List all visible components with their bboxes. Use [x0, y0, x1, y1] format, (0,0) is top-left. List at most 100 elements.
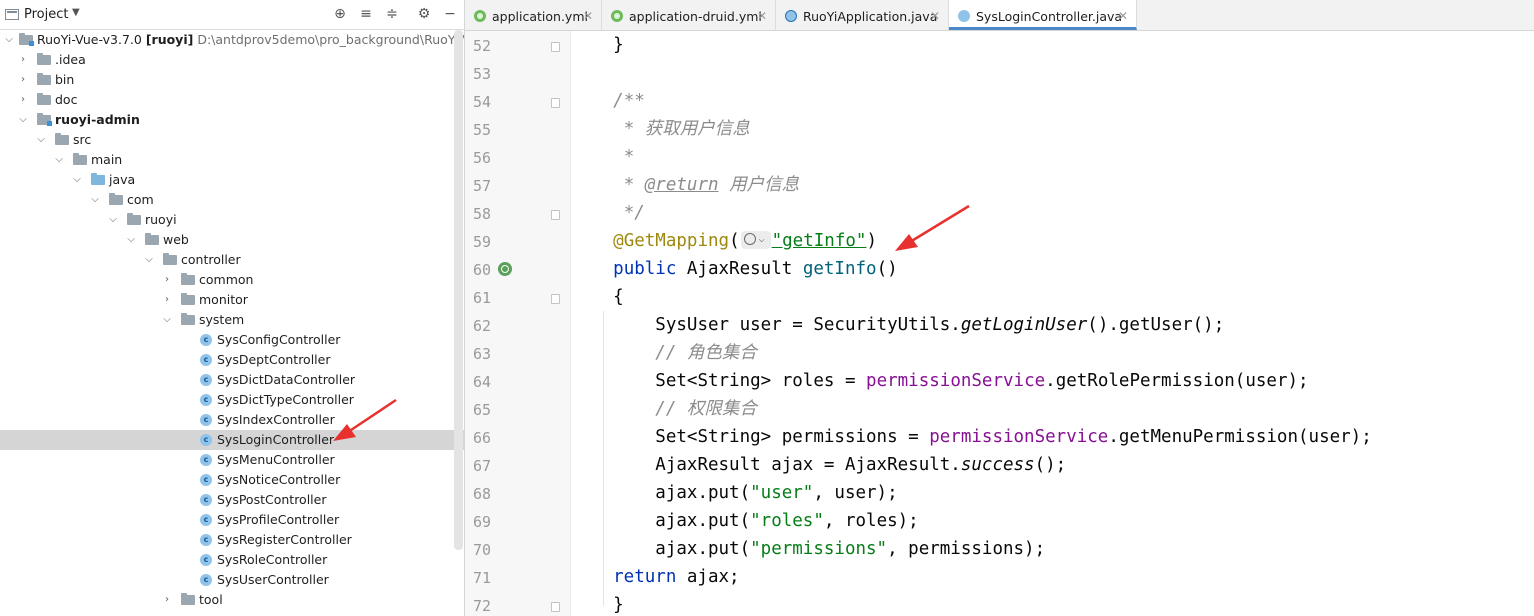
tree-item-label: tool: [199, 592, 223, 607]
tree-item-label: SysNoticeController: [217, 472, 341, 487]
line-number: 54: [472, 93, 491, 111]
tree-item-web[interactable]: ⌵ web: [0, 230, 464, 250]
tree-item-monitor[interactable]: › monitor: [0, 290, 464, 310]
chevron-right-icon[interactable]: ›: [161, 290, 173, 310]
java-class-icon: c: [200, 334, 212, 346]
tree-item-ruoyi-admin[interactable]: ⌵ ruoyi-admin: [0, 110, 464, 130]
tree-item-class[interactable]: c SysDictTypeController: [0, 390, 464, 410]
tree-item-class[interactable]: c SysConfigController: [0, 330, 464, 350]
tab-sys-login-controller-java[interactable]: SysLoginController.java ✕: [949, 0, 1137, 30]
code-line: ajax.put("roles", roles);: [571, 507, 918, 535]
code-token: , user);: [813, 483, 898, 503]
fold-end-icon[interactable]: [551, 602, 560, 612]
url-inlay-hint[interactable]: ⌵: [740, 231, 771, 249]
chevron-right-icon[interactable]: ›: [17, 70, 29, 90]
line-number: 53: [472, 65, 491, 83]
code-editor[interactable]: } /** * 获取用户信息 * * @return 用户信息 */ @GetM…: [571, 31, 1534, 616]
tree-item-label: SysIndexController: [217, 412, 335, 427]
tree-item-class[interactable]: c SysUserController: [0, 570, 464, 590]
chevron-down-icon[interactable]: ⌵: [53, 150, 65, 170]
code-token: .getRolePermission(user);: [1045, 371, 1309, 391]
close-icon[interactable]: ✕: [583, 0, 593, 33]
tree-item-idea[interactable]: › .idea: [0, 50, 464, 70]
tree-item-class[interactable]: c SysRoleController: [0, 550, 464, 570]
tree-item-class[interactable]: c SysMenuController: [0, 450, 464, 470]
code-token: "permissions": [750, 539, 888, 559]
fold-start-icon[interactable]: [551, 98, 560, 108]
tree-item-class[interactable]: c SysDictDataController: [0, 370, 464, 390]
tree-item-class[interactable]: c SysNoticeController: [0, 470, 464, 490]
chevron-right-icon[interactable]: ›: [17, 90, 29, 110]
chevron-down-icon[interactable]: ⌵: [71, 170, 83, 190]
fold-end-icon[interactable]: [551, 210, 560, 220]
sidebar-scrollbar[interactable]: [454, 30, 463, 550]
gear-icon[interactable]: ⚙: [416, 6, 432, 22]
chevron-right-icon[interactable]: ›: [161, 590, 173, 610]
tree-item-class-selected[interactable]: c SysLoginController: [0, 430, 464, 450]
code-line: */: [571, 199, 645, 227]
close-icon[interactable]: ✕: [1118, 0, 1128, 33]
chevron-down-icon[interactable]: ⌵: [3, 30, 15, 50]
tree-item-class[interactable]: c SysDeptController: [0, 350, 464, 370]
close-icon[interactable]: ✕: [930, 0, 940, 33]
tree-item-src[interactable]: ⌵ src: [0, 130, 464, 150]
code-token: /**: [613, 91, 645, 111]
line-number: 62: [472, 317, 491, 335]
chevron-down-icon[interactable]: ▼: [72, 7, 80, 18]
chevron-down-icon[interactable]: ⌵: [89, 190, 101, 210]
tree-item-com[interactable]: ⌵ com: [0, 190, 464, 210]
folder-icon: [73, 153, 87, 165]
code-line: }: [571, 591, 624, 616]
tree-item-label: ruoyi-admin: [55, 112, 140, 127]
tree-item-doc[interactable]: › doc: [0, 90, 464, 110]
line-number: 71: [472, 569, 491, 587]
fold-end-icon[interactable]: [551, 42, 560, 52]
tab-ruoyi-application-java[interactable]: RuoYiApplication.java ✕: [776, 0, 949, 30]
java-class-icon: c: [200, 554, 212, 566]
tree-item-ruoyi[interactable]: ⌵ ruoyi: [0, 210, 464, 230]
tree-item-tool[interactable]: › tool: [0, 590, 464, 610]
java-class-icon: c: [200, 474, 212, 486]
editor-tabs: application.yml ✕ application-druid.yml …: [465, 0, 1534, 31]
tree-item-java[interactable]: ⌵ java: [0, 170, 464, 190]
spring-app-class-icon: [785, 10, 797, 22]
code-token: getLoginUser: [960, 315, 1088, 335]
chevron-right-icon[interactable]: ›: [17, 50, 29, 70]
tree-item-common[interactable]: › common: [0, 270, 464, 290]
code-token: getInfo: [802, 259, 877, 279]
minimize-icon[interactable]: −: [442, 6, 458, 22]
java-class-icon: c: [200, 574, 212, 586]
tree-item-root[interactable]: ⌵ RuoYi-Vue-v3.7.0 [ruoyi] D:\antdprov5d…: [0, 30, 464, 50]
close-icon[interactable]: ✕: [757, 0, 767, 33]
tree-item-main[interactable]: ⌵ main: [0, 150, 464, 170]
tree-item-class[interactable]: c SysPostController: [0, 490, 464, 510]
code-token: @return: [644, 175, 719, 195]
spring-bean-mapping-icon[interactable]: [498, 262, 512, 276]
chevron-down-icon[interactable]: ⌵: [35, 130, 47, 150]
package-icon: [109, 193, 123, 205]
tree-item-class[interactable]: c SysProfileController: [0, 510, 464, 530]
locate-target-icon[interactable]: ⊕: [332, 6, 348, 22]
code-token: }: [613, 595, 624, 615]
code-token: // 权限集合: [613, 399, 757, 419]
collapse-all-icon[interactable]: ≑: [384, 6, 400, 22]
tree-item-class[interactable]: c SysIndexController: [0, 410, 464, 430]
project-panel-title[interactable]: Project: [24, 7, 68, 22]
chevron-down-icon[interactable]: ⌵: [125, 230, 137, 250]
chevron-down-icon[interactable]: ⌵: [143, 250, 155, 270]
tab-application-druid-yml[interactable]: application-druid.yml ✕: [602, 0, 776, 30]
tree-item-system[interactable]: ⌵ system: [0, 310, 464, 330]
code-line: * 获取用户信息: [571, 115, 750, 143]
code-token: 用户信息: [718, 175, 800, 195]
expand-all-icon[interactable]: ≡: [358, 6, 374, 22]
tree-item-class[interactable]: c SysRegisterController: [0, 530, 464, 550]
editor-gutter[interactable]: 52 53 54 55 56 57 58 59 60 61 62 63 64 6…: [465, 31, 571, 616]
chevron-down-icon[interactable]: ⌵: [107, 210, 119, 230]
fold-start-icon[interactable]: [551, 294, 560, 304]
chevron-right-icon[interactable]: ›: [161, 270, 173, 290]
chevron-down-icon[interactable]: ⌵: [161, 310, 173, 330]
tab-application-yml[interactable]: application.yml ✕: [465, 0, 602, 30]
chevron-down-icon[interactable]: ⌵: [17, 110, 29, 130]
tree-item-controller[interactable]: ⌵ controller: [0, 250, 464, 270]
tree-item-bin[interactable]: › bin: [0, 70, 464, 90]
